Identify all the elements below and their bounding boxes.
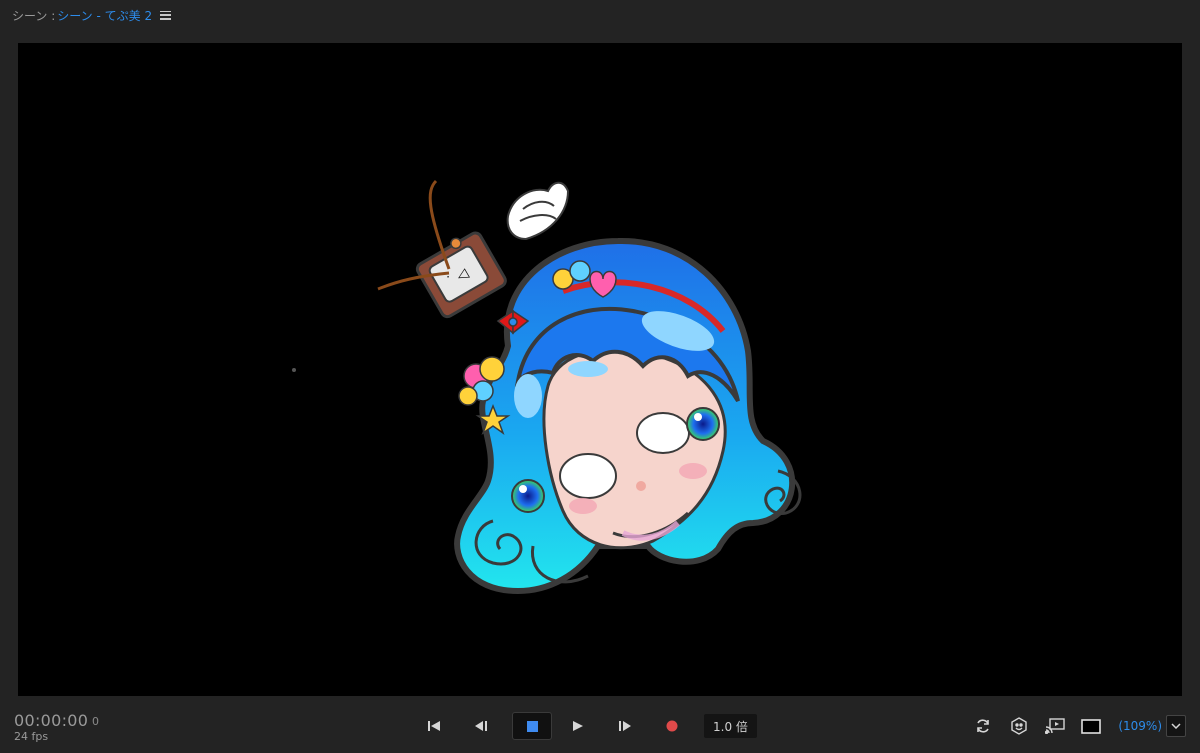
record-icon [666, 720, 678, 732]
playback-speed[interactable]: 1.0 倍 [704, 714, 757, 738]
step-back-icon [475, 721, 487, 731]
canvas-origin-dot [292, 368, 296, 372]
fps-label: 24 fps [14, 730, 49, 743]
character-view-button[interactable] [1006, 712, 1032, 740]
transport-controls: 1.0 倍 [418, 712, 757, 740]
step-back-button[interactable] [465, 712, 497, 740]
scene-label: シーン : [12, 8, 56, 23]
frame-icon [1081, 718, 1102, 734]
frame-toggle-button[interactable] [1078, 712, 1104, 740]
hamburger-menu-icon[interactable] [160, 10, 172, 20]
stop-icon [526, 720, 538, 732]
zoom-dropdown[interactable] [1166, 715, 1186, 737]
step-forward-button[interactable] [609, 712, 641, 740]
record-button[interactable] [656, 712, 688, 740]
playback-bar: 00:00:00 0 24 fps 1.0 倍 (109%) [0, 700, 1200, 753]
zoom-level[interactable]: (109%) [1118, 719, 1162, 733]
go-to-start-icon [428, 721, 440, 731]
view-tools: (109%) [960, 712, 1186, 740]
scene-header: シーン : シーン - てぷ美 2 [0, 0, 1200, 30]
character-view-icon [1011, 717, 1028, 735]
frame-count: 0 [92, 715, 99, 728]
chevron-down-icon [1171, 723, 1181, 729]
refresh-button[interactable] [970, 712, 996, 740]
scene-name[interactable]: シーン - てぷ美 2 [57, 7, 152, 24]
go-to-start-button[interactable] [418, 712, 450, 740]
character-puppet[interactable]: ˙ ◁ [358, 151, 858, 611]
timecode[interactable]: 00:00:00 [14, 711, 88, 730]
stop-button[interactable] [512, 712, 552, 740]
step-forward-icon [619, 721, 631, 731]
scene-canvas[interactable]: ˙ ◁ [18, 43, 1182, 696]
cast-icon [1045, 718, 1066, 734]
play-icon [573, 721, 583, 731]
cast-button[interactable] [1042, 712, 1068, 740]
play-button[interactable] [562, 712, 594, 740]
refresh-icon [977, 719, 990, 733]
